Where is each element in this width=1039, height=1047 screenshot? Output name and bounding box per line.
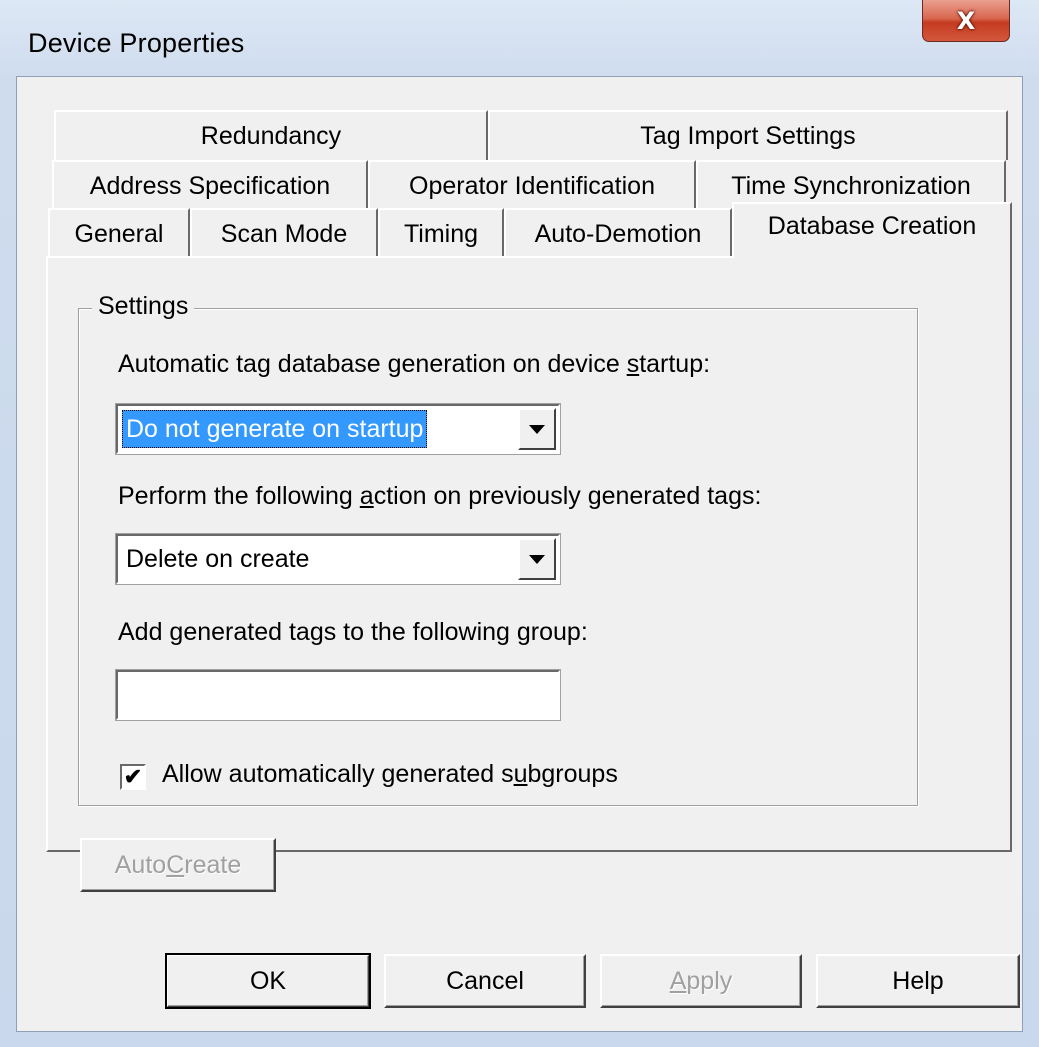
close-icon: X [956,6,976,35]
dialog-window: Device Properties X Redundancy Tag Impor… [0,0,1039,1047]
tab-scan-mode[interactable]: Scan Mode [190,208,378,258]
tab-label: Tag Import Settings [640,121,856,150]
checkmark-icon: ✔ [123,764,143,789]
previous-tags-action-select[interactable]: Delete on create [115,533,561,585]
chevron-down-icon [529,554,545,564]
window-title: Device Properties [28,28,245,58]
startup-dropdown-button[interactable] [518,408,556,450]
tab-address-specification[interactable]: Address Specification [52,160,368,210]
previous-tags-action-label: Perform the following action on previous… [118,482,762,510]
tab-label: Scan Mode [220,219,348,248]
startup-generation-label: Automatic tag database generation on dev… [118,350,711,378]
tab-database-creation[interactable]: Database Creation [732,202,1012,258]
startup-generation-value: Do not generate on startup [122,410,428,448]
settings-group-title: Settings [92,292,195,321]
tab-label: Operator Identification [409,171,655,200]
action-dropdown-button[interactable] [518,538,556,580]
tab-label: Redundancy [200,121,342,150]
group-label: Add generated tags to the following grou… [118,618,588,646]
ok-button[interactable]: OK [165,953,371,1009]
tab-redundancy[interactable]: Redundancy [54,110,488,160]
group-input[interactable] [115,669,561,721]
startup-generation-select[interactable]: Do not generate on startup [115,403,561,455]
tab-operator-identification[interactable]: Operator Identification [368,160,696,210]
subgroups-label[interactable]: Allow automatically generated subgroups [162,760,618,789]
close-button[interactable]: X [922,0,1010,42]
tab-tag-import-settings[interactable]: Tag Import Settings [488,110,1008,160]
tab-label: Time Synchronization [731,171,971,200]
auto-create-button[interactable]: Auto Create [80,838,276,892]
tab-label: Auto-Demotion [534,219,702,248]
subgroups-checkbox[interactable]: ✔ [120,764,146,790]
tab-auto-demotion[interactable]: Auto-Demotion [504,208,732,258]
tab-label: Address Specification [89,171,331,200]
tab-label: Timing [403,219,479,248]
tab-general[interactable]: General [48,208,190,258]
previous-tags-action-value: Delete on create [126,545,310,573]
cancel-button[interactable]: Cancel [384,954,586,1008]
tab-label: General [74,219,164,248]
help-button[interactable]: Help [816,954,1020,1008]
tab-timing[interactable]: Timing [378,208,504,258]
tab-label: Database Creation [767,212,977,240]
chevron-down-icon [529,424,545,434]
apply-button[interactable]: Apply [600,954,802,1008]
